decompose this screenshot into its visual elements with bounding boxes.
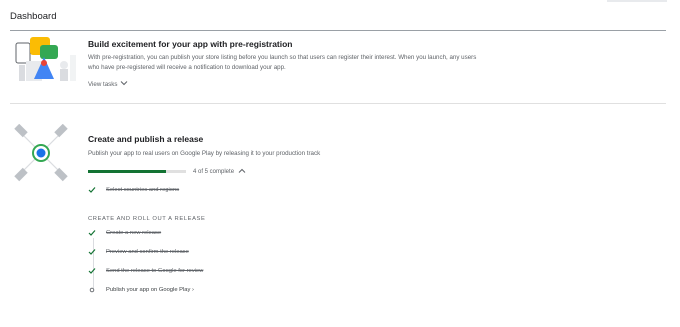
check-icon: [88, 229, 96, 237]
release-illustration: [12, 123, 70, 182]
page-title: Dashboard: [10, 11, 57, 22]
task-label: Publish your app on Google Play ›: [106, 287, 194, 293]
circle-icon: [88, 286, 96, 294]
pre-registration-title: Build excitement for your app with pre-r…: [88, 39, 293, 49]
header-divider: [10, 30, 666, 31]
task-select-countries[interactable]: Select countries and regions: [88, 185, 179, 195]
check-icon: [88, 186, 96, 194]
chevron-up-icon: [238, 168, 246, 176]
task-label: Create a new release: [106, 230, 162, 236]
release-group-heading: CREATE AND ROLL OUT A RELEASE: [88, 216, 206, 222]
task-connector: [93, 238, 94, 288]
top-bar-fragment: [607, 0, 667, 2]
check-icon: [88, 248, 96, 256]
view-tasks-link[interactable]: View tasks: [88, 80, 128, 88]
task-label: Select countries and regions: [106, 187, 180, 193]
section-divider: [10, 103, 666, 104]
task-label: Preview and confirm the release: [106, 249, 189, 255]
task-send-for-review[interactable]: Send the release to Google for review: [88, 266, 203, 276]
view-tasks-label: View tasks: [88, 80, 118, 88]
progress-label: 4 of 5 complete: [193, 169, 235, 175]
release-progress-bar: [88, 170, 186, 173]
page-header: Dashboard: [0, 0, 680, 31]
check-icon: [88, 267, 96, 275]
release-title: Create and publish a release: [88, 134, 204, 144]
task-preview-release[interactable]: Preview and confirm the release: [88, 247, 189, 257]
pre-registration-description: With pre-registration, you can publish y…: [88, 54, 477, 71]
pre-registration-illustration: [14, 35, 78, 85]
task-create-release[interactable]: Create a new release: [88, 228, 161, 238]
task-label: Send the release to Google for review: [106, 268, 204, 274]
task-publish-app[interactable]: Publish your app on Google Play ›: [88, 285, 194, 295]
progress-toggle[interactable]: 4 of 5 complete: [193, 168, 246, 176]
release-progress-fill: [88, 170, 167, 173]
chevron-down-icon: [120, 80, 128, 88]
release-description: Publish your app to real users on Google…: [88, 150, 321, 157]
